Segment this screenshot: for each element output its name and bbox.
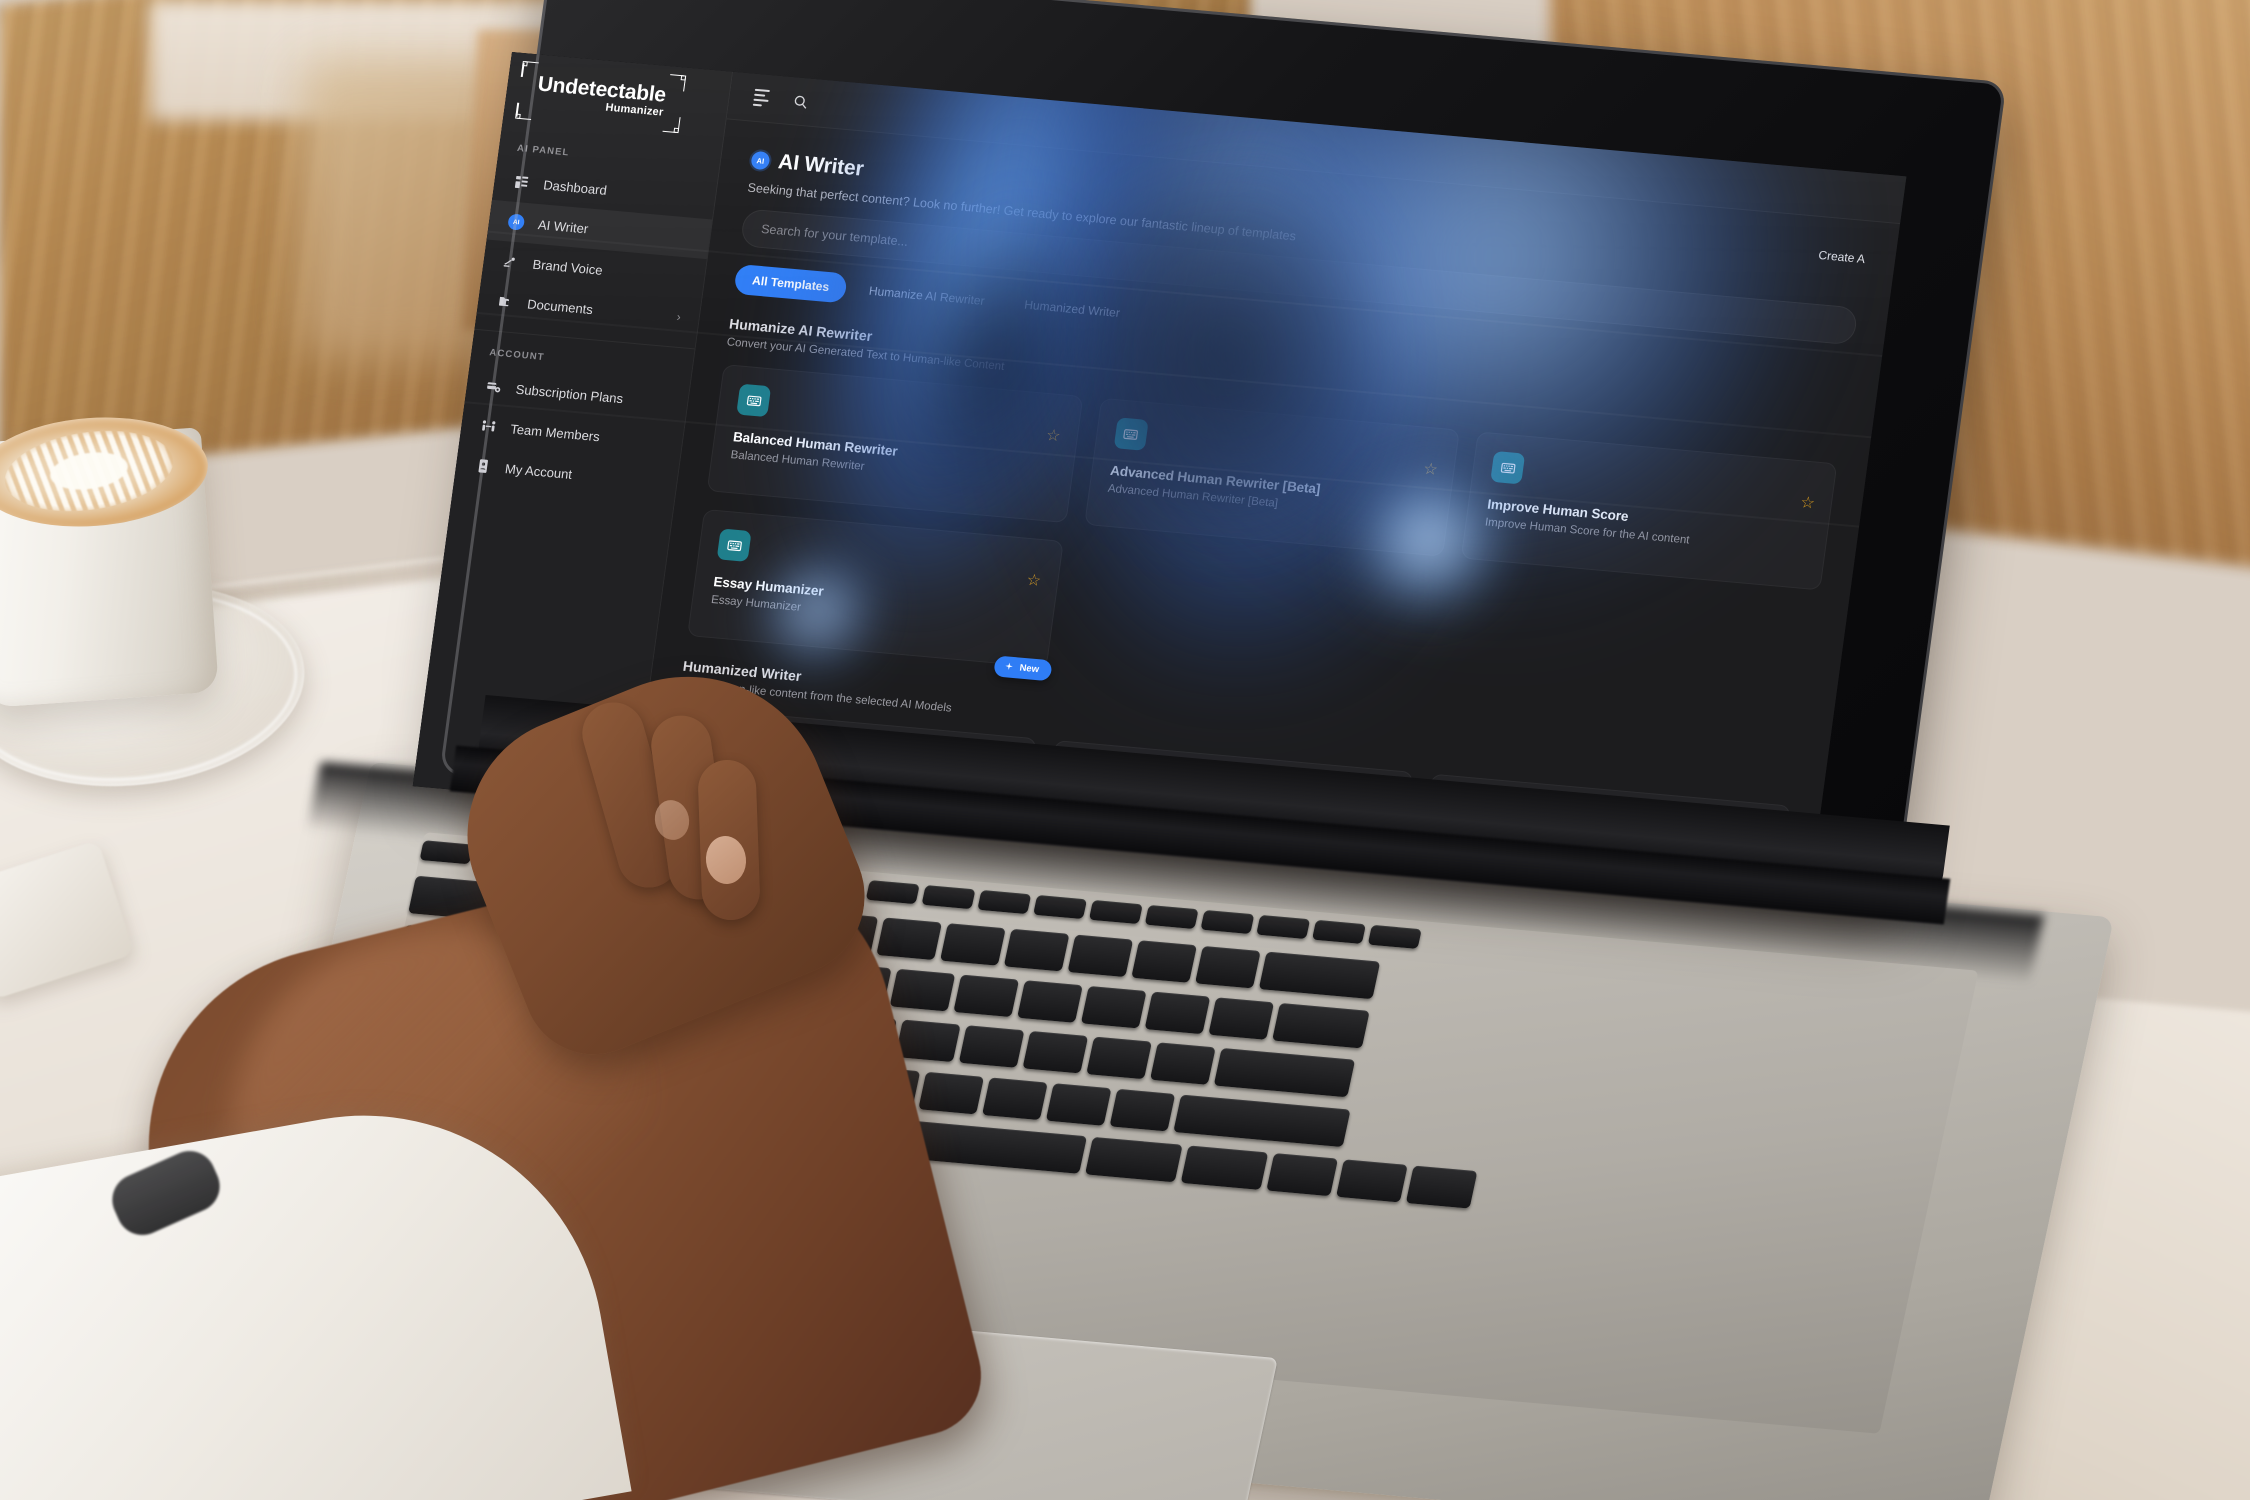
star-outline-icon[interactable]: ☆ [1025,572,1042,590]
keyboard-key[interactable] [1256,914,1311,940]
keyboard-key[interactable] [1405,1165,1478,1209]
keyboard-key[interactable] [1131,940,1198,983]
keyboard-template-icon [736,383,772,418]
keyboard-key[interactable] [1088,899,1143,925]
keyboard-key[interactable] [1022,1030,1089,1074]
keyboard-key[interactable] [1194,945,1261,989]
tab-humanize-ai-rewriter[interactable]: Humanize AI Rewriter [850,274,1003,317]
keyboard-template-icon [1113,417,1149,451]
photo-scene: Undetectable Humanizer AI PANEL Dashboard… [0,0,2250,1500]
team-members-icon [478,417,498,436]
keyboard-key[interactable] [1258,951,1381,1000]
keyboard-key[interactable] [1336,1159,1408,1203]
keyboard-key[interactable] [982,1077,1048,1121]
keyboard-key[interactable] [918,1071,985,1115]
keyboard-template-icon [1490,450,1526,485]
keyboard-key[interactable] [1180,1145,1269,1190]
create-button[interactable]: Create A [1818,243,1867,266]
keyboard-key[interactable] [939,923,1006,966]
keyboard-key[interactable] [1367,924,1422,949]
sidebar-item-label: Team Members [509,420,601,444]
brand-voice-icon [501,252,521,271]
keyboard-key[interactable] [865,880,920,905]
sparkle-icon [1003,661,1015,673]
sidebar-item-label: Subscription Plans [514,381,625,406]
keyboard-key[interactable] [1109,1088,1176,1132]
keyboard-key[interactable] [1017,980,1083,1023]
keyboard-key[interactable] [419,840,474,865]
keyboard-key[interactable] [1200,909,1255,935]
keyboard-key[interactable] [889,968,956,1012]
star-outline-icon[interactable]: ☆ [1422,461,1439,479]
keyboard-key[interactable] [1085,1136,1183,1183]
sidebar-item-label: AI Writer [537,216,590,236]
page-title: AI Writer [776,150,865,181]
keyboard-key[interactable] [1086,1036,1152,1080]
keyboard-key[interactable] [958,1025,1025,1068]
keyboard-key[interactable] [1144,991,1211,1035]
keyboard-key[interactable] [1149,1042,1216,1085]
keyboard-key[interactable] [1213,1047,1356,1098]
documents-folder-icon [495,292,515,311]
keyboard-key[interactable] [1208,997,1275,1040]
keyboard-key[interactable] [1080,985,1147,1029]
keyboard-key[interactable] [876,917,943,961]
template-card[interactable]: Balanced Human Rewriter Balanced Human Re… [706,364,1084,524]
new-badge: New [993,655,1053,682]
tab-humanized-writer[interactable]: Humanized Writer [1005,288,1138,329]
keyboard-key[interactable] [1311,919,1366,944]
bracket-corner-icon [515,102,533,121]
keyboard-key[interactable] [1173,1094,1351,1148]
ai-chip-icon: AI [750,150,771,171]
keyboard-key[interactable] [1033,894,1088,920]
keyboard-key[interactable] [1067,934,1134,978]
template-card[interactable]: Advanced Human Rewriter [Beta] Advanced H… [1083,397,1461,557]
template-card[interactable]: Improve Human Score Improve Human Score f… [1461,431,1838,591]
grid-dashboard-icon [511,173,531,192]
my-account-icon [473,456,493,475]
bracket-corner-icon [668,73,687,92]
template-section: Humanize AI Rewriter Convert your AI Gene… [687,315,1844,735]
tab-all-templates[interactable]: All Templates [733,263,849,304]
star-outline-icon[interactable]: ☆ [1045,427,1062,445]
keyboard-key[interactable] [1144,904,1199,930]
keyboard-key[interactable] [1272,1002,1370,1049]
keyboard-key[interactable] [977,889,1032,915]
star-outline-icon[interactable]: ☆ [1799,494,1816,512]
keyboard-template-icon [716,528,752,562]
bracket-corner-icon [520,60,539,78]
keyboard-key[interactable] [1003,928,1070,972]
keyboard-key[interactable] [894,1019,961,1063]
keyboard-key[interactable] [1266,1153,1339,1197]
chevron-right-icon[interactable]: › [676,310,682,324]
keyboard-key[interactable] [953,974,1020,1018]
brand-logo: Undetectable Humanizer [515,60,687,134]
search-icon[interactable] [791,92,811,111]
sidebar-item-label: Brand Voice [531,256,604,278]
template-card[interactable]: Essay Humanizer Essay Humanizer ☆ New [687,508,1064,682]
keyboard-key[interactable] [921,885,976,910]
new-badge-label: New [1018,662,1040,676]
keyboard-key[interactable] [1045,1083,1112,1126]
sidebar-item-label: Documents [526,295,594,317]
sidebar-item-label: My Account [504,460,574,482]
bracket-corner-icon [662,116,681,134]
sidebar-item-label: Dashboard [542,176,608,198]
subscription-card-icon [484,377,504,396]
hamburger-menu-icon[interactable] [751,88,771,107]
ai-chip-icon: AI [506,212,526,231]
